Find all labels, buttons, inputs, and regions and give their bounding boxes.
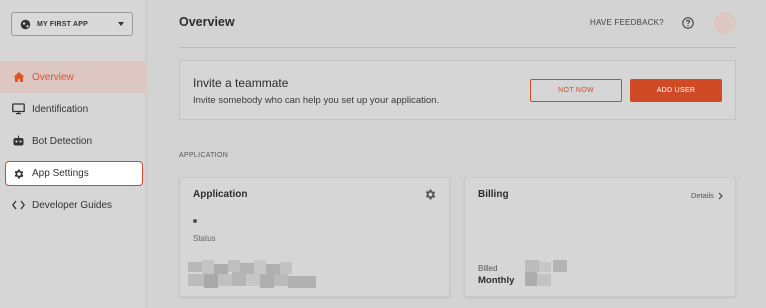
sidebar-item-label: Developer Guides — [32, 199, 113, 211]
help-icon[interactable] — [682, 16, 694, 29]
gear-icon — [12, 167, 25, 180]
application-card: Application Status — [179, 177, 450, 297]
sidebar-item-identification[interactable]: Identification — [0, 93, 147, 125]
redacted-value — [188, 260, 318, 295]
sidebar-item-label: Overview — [32, 71, 74, 83]
sidebar-item-label: Identification — [32, 103, 89, 115]
home-icon — [12, 71, 25, 84]
header-divider — [179, 47, 736, 48]
sidebar-item-bot-detection[interactable]: Bot Detection — [0, 125, 147, 157]
billing-card-title: Billing — [478, 189, 509, 200]
invite-subtitle: Invite somebody who can help you set up … — [193, 95, 440, 106]
sidebar: MY FIRST APP Overview Identification Bot… — [0, 0, 147, 308]
monitor-icon — [12, 103, 25, 116]
app-selector-label: MY FIRST APP — [37, 20, 89, 28]
status-label: Status — [193, 234, 216, 243]
caret-down-icon — [118, 22, 124, 26]
add-user-button[interactable]: ADD USER — [630, 79, 722, 102]
billing-card: Billing Details Billed Monthly — [464, 177, 736, 297]
code-icon — [12, 199, 25, 212]
billed-label: Billed — [478, 264, 498, 273]
page-title: Overview — [179, 15, 235, 29]
avatar[interactable] — [714, 12, 736, 34]
invite-teammate-banner: Invite a teammate Invite somebody who ca… — [179, 60, 736, 120]
app-selector-dropdown[interactable]: MY FIRST APP — [11, 12, 133, 36]
redacted-value — [525, 260, 581, 291]
sidebar-item-developer-guides[interactable]: Developer Guides — [0, 189, 147, 221]
not-now-button[interactable]: NOT NOW — [530, 79, 622, 102]
application-card-title: Application — [193, 189, 248, 200]
billed-value: Monthly — [478, 275, 515, 286]
status-dot — [193, 219, 197, 223]
sidebar-item-app-settings[interactable]: App Settings — [5, 161, 143, 186]
sidebar-item-label: App Settings — [32, 168, 89, 179]
sidebar-item-label: Bot Detection — [32, 135, 93, 147]
sidebar-item-overview[interactable]: Overview — [0, 61, 147, 93]
invite-title: Invite a teammate — [193, 76, 289, 90]
globe-icon — [20, 19, 31, 30]
robot-icon — [12, 135, 25, 148]
gear-icon[interactable] — [424, 188, 437, 201]
section-label: APPLICATION — [179, 152, 229, 159]
chevron-right-icon — [718, 192, 723, 200]
details-label: Details — [691, 191, 714, 200]
details-link[interactable]: Details — [691, 191, 723, 200]
feedback-link[interactable]: HAVE FEEDBACK? — [590, 18, 664, 27]
